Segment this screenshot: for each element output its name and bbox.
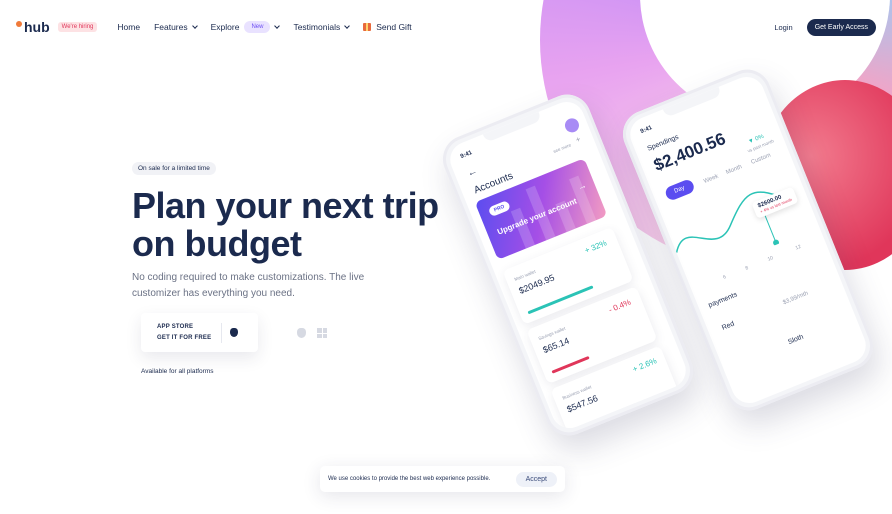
gift-icon [363,23,372,31]
logo-dot-icon [16,21,22,27]
payment-row-2: Sloth [787,333,805,347]
chevron-down-icon [191,22,198,29]
period-month-tab[interactable]: Month [725,164,743,176]
hiring-badge[interactable]: We're hiring [57,22,98,32]
platforms-note: Available for all platforms [141,368,214,375]
accept-cookies-button[interactable]: Accept [515,471,557,487]
get-early-access-button[interactable]: Get Early Access [806,18,876,36]
period-week-tab[interactable]: Week [703,174,719,185]
apple-icon[interactable] [297,328,306,338]
payments-title: payments [707,291,739,310]
chevron-down-icon [344,22,351,29]
store-text: APP STORE GET IT FOR FREE [157,323,212,341]
headline-line-1: Plan your next trip [132,185,439,226]
logo[interactable]: hub [16,19,58,35]
nav-explore[interactable]: Explore New [210,21,281,33]
axis-tick: 8 [744,265,750,272]
cookie-text: We use cookies to provide the best web e… [328,476,491,482]
period-day-tab[interactable]: Day [663,178,696,202]
nav-actions: Login Get Early Access [774,18,876,36]
chevron-down-icon [274,22,281,29]
nav-testimonials-label: Testimonials [293,22,341,32]
app-store-button[interactable]: APP STORE GET IT FOR FREE [141,313,258,352]
payment-row-amount: $3,99/mth [782,290,810,307]
nav-features[interactable]: Features [154,22,198,32]
nav-home-label: Home [117,22,141,32]
top-nav: hub We're hiring Home Features Explore N… [0,0,892,54]
nav-send-gift[interactable]: Send Gift [363,22,412,32]
back-arrow-icon[interactable]: ← [466,166,479,180]
status-time: 9:41 [459,150,474,161]
axis-tick: 10 [766,255,775,263]
windows-icon[interactable] [317,328,327,338]
login-link[interactable]: Login [774,23,792,32]
sale-badge: On sale for a limited time [132,162,216,175]
divider [221,322,223,343]
pro-badge: PRO [487,200,511,218]
plus-icon[interactable]: + [574,135,582,145]
axis-tick: 6 [722,274,728,281]
nav-features-label: Features [154,22,188,32]
headline-line-2: on budget [132,223,302,264]
period-custom-tab[interactable]: Custom [750,153,771,166]
axis-tick: 12 [794,243,803,252]
spendings-amount: $2,400.56 [650,128,729,175]
account-progress [575,407,633,434]
avatar[interactable] [562,116,582,135]
nav-send-gift-label: Send Gift [376,22,412,32]
payment-row-label: Red [720,320,736,332]
new-badge: New [244,21,271,33]
account-progress [551,355,590,374]
nav-testimonials[interactable]: Testimonials [293,22,351,32]
headline-highlight: budget [184,223,302,264]
logo-text: hub [24,19,50,35]
nav-home[interactable]: Home [117,22,140,32]
apple-icon [230,328,239,337]
hero-subtitle: No coding required to make customization… [132,272,365,299]
hero-headline: Plan your next trip on budget [132,187,439,263]
status-time: 9:41 [639,125,654,136]
nav-explore-label: Explore [210,22,240,32]
see-more-link[interactable]: see more [553,142,572,154]
cookie-banner: We use cookies to provide the best web e… [320,466,565,492]
